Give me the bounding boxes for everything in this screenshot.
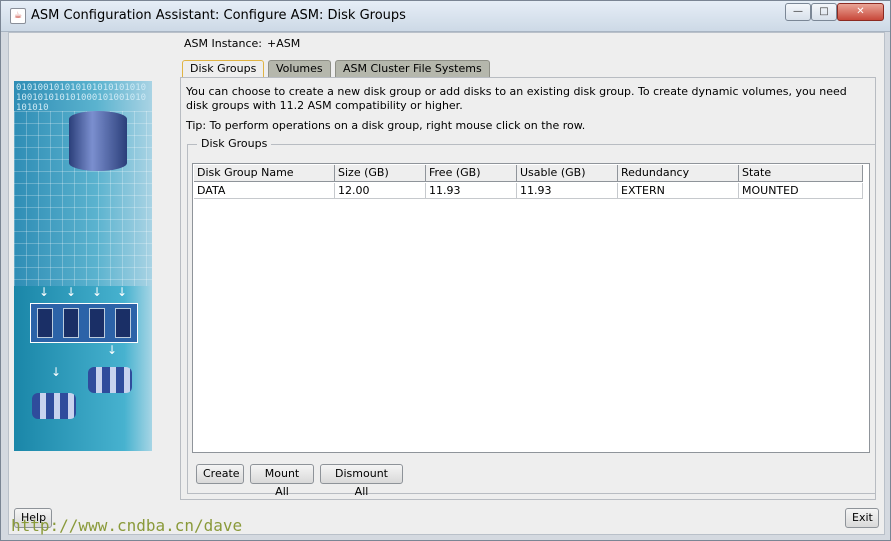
- exit-button[interactable]: Exit: [845, 508, 879, 528]
- title-bar[interactable]: ☕ ASM Configuration Assistant: Configure…: [1, 1, 890, 32]
- maximize-button[interactable]: □: [811, 3, 837, 21]
- arrow-down-icon: ↓: [92, 285, 103, 299]
- arrow-down-icon: ↓: [39, 285, 50, 299]
- column-header-usable[interactable]: Usable (GB): [517, 165, 618, 182]
- column-header-state[interactable]: State: [739, 165, 863, 182]
- column-header-disk-group-name[interactable]: Disk Group Name: [194, 165, 335, 182]
- cell-usable[interactable]: 11.93: [517, 183, 618, 199]
- disk-drum-icon: [88, 367, 132, 393]
- arrow-down-icon: ↓: [51, 365, 62, 379]
- disk-array-icon: [30, 303, 138, 343]
- create-button[interactable]: Create: [196, 464, 244, 484]
- table-row[interactable]: DATA 12.00 11.93 11.93 EXTERN MOUNTED: [194, 183, 863, 200]
- arrow-down-icon: ↓: [66, 285, 77, 299]
- java-app-icon: ☕: [10, 8, 26, 24]
- cell-size[interactable]: 12.00: [335, 183, 426, 199]
- minimize-button[interactable]: —: [785, 3, 811, 21]
- column-header-size[interactable]: Size (GB): [335, 165, 426, 182]
- disk-groups-table[interactable]: Disk Group Name Size (GB) Free (GB) Usab…: [192, 163, 870, 453]
- asm-instance-label: ASM Instance:: [184, 37, 262, 50]
- disk-groups-title: Disk Groups: [197, 137, 272, 150]
- arrow-down-icon: ↓: [117, 285, 128, 299]
- disk-drum-icon: [32, 393, 76, 419]
- asm-window: ☕ ASM Configuration Assistant: Configure…: [0, 0, 891, 541]
- mount-all-button[interactable]: Mount All: [250, 464, 314, 498]
- binary-decoration-text: 0101001010101010101010101001010101010001…: [16, 83, 147, 113]
- arrow-down-icon: ↓: [107, 343, 118, 357]
- tab-volumes[interactable]: Volumes: [268, 60, 331, 77]
- table-header: Disk Group Name Size (GB) Free (GB) Usab…: [194, 165, 863, 182]
- column-header-free[interactable]: Free (GB): [426, 165, 517, 182]
- column-header-redundancy[interactable]: Redundancy: [618, 165, 739, 182]
- watermark-text: http://www.cndba.cn/dave: [11, 516, 243, 535]
- description-text: You can choose to create a new disk grou…: [186, 85, 847, 112]
- asm-illustration: 0101001010101010101010101001010101010001…: [14, 81, 152, 451]
- cell-disk-group-name[interactable]: DATA: [194, 183, 335, 199]
- database-cylinder-icon: [69, 111, 127, 171]
- close-button[interactable]: ✕: [837, 3, 884, 21]
- cell-state[interactable]: MOUNTED: [739, 183, 863, 199]
- cell-free[interactable]: 11.93: [426, 183, 517, 199]
- tip-text: Tip: To perform operations on a disk gro…: [186, 119, 586, 132]
- window-title: ASM Configuration Assistant: Configure A…: [31, 8, 406, 23]
- cell-redundancy[interactable]: EXTERN: [618, 183, 739, 199]
- asm-instance-value: +ASM: [267, 37, 301, 50]
- dismount-all-button[interactable]: Dismount All: [320, 464, 403, 498]
- tab-asm-cluster-file-systems[interactable]: ASM Cluster File Systems: [335, 60, 490, 77]
